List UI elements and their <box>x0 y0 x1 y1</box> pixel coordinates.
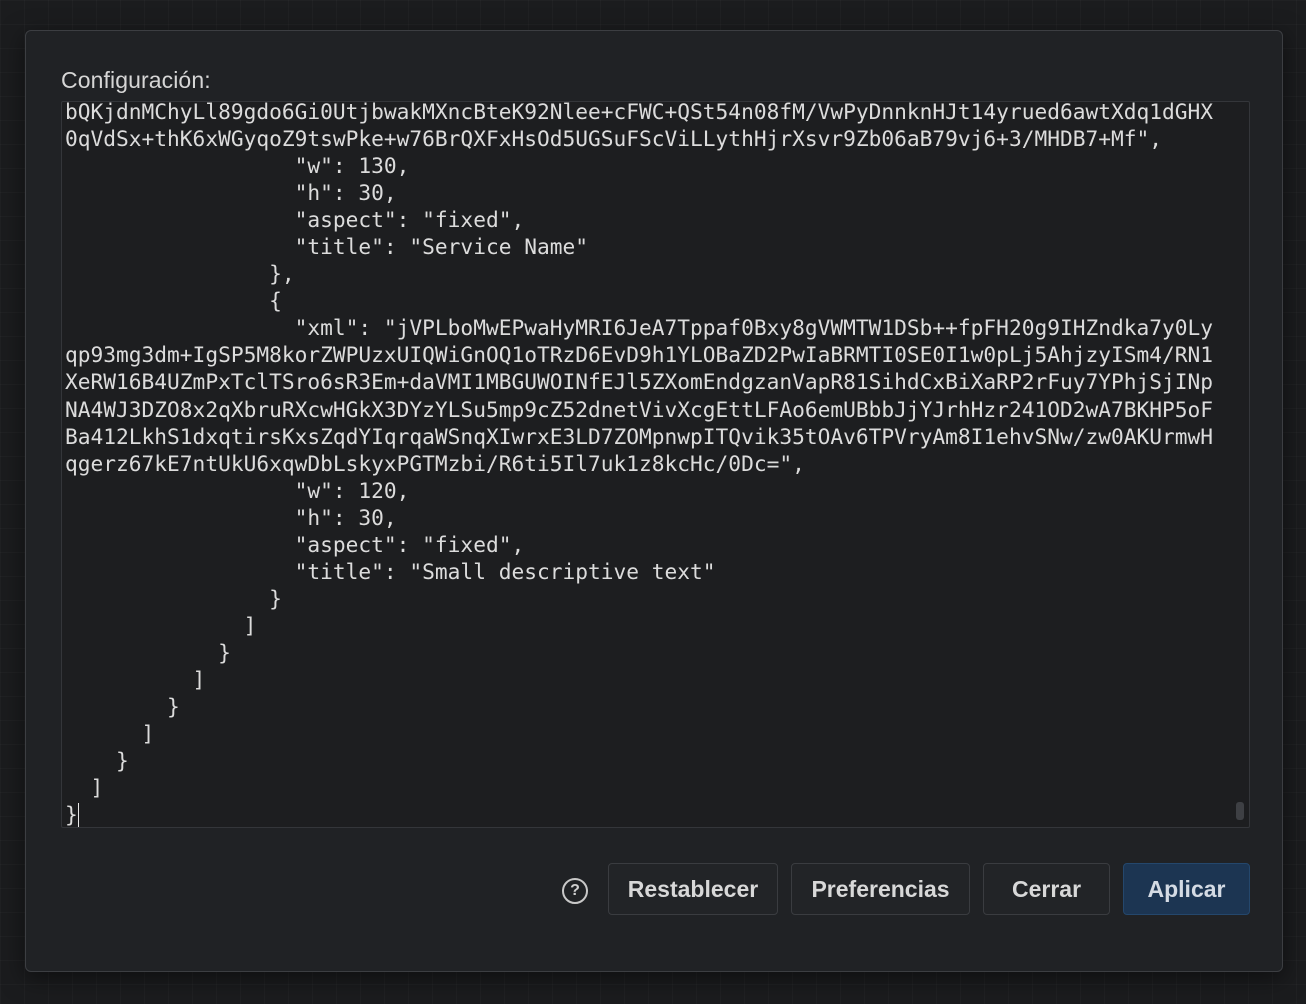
help-icon[interactable]: ? <box>562 878 588 904</box>
apply-button[interactable]: Aplicar <box>1123 863 1250 915</box>
editor-scrollbar-thumb[interactable] <box>1236 802 1244 820</box>
editor-content: bQKjdnMChyLl89gdo6Gi0UtjbwakMXncBteK92Nl… <box>65 101 1214 828</box>
reset-button[interactable]: Restablecer <box>608 863 778 915</box>
close-button[interactable]: Cerrar <box>983 863 1110 915</box>
preferences-button[interactable]: Preferencias <box>791 863 970 915</box>
configuration-dialog: Configuración: bQKjdnMChyLl89gdo6Gi0Utjb… <box>25 30 1283 972</box>
text-caret <box>77 803 79 827</box>
configuration-json-text[interactable]: bQKjdnMChyLl89gdo6Gi0UtjbwakMXncBteK92Nl… <box>65 101 1214 828</box>
configuration-editor[interactable]: bQKjdnMChyLl89gdo6Gi0UtjbwakMXncBteK92Nl… <box>61 101 1250 828</box>
configuration-label: Configuración: <box>61 67 211 93</box>
